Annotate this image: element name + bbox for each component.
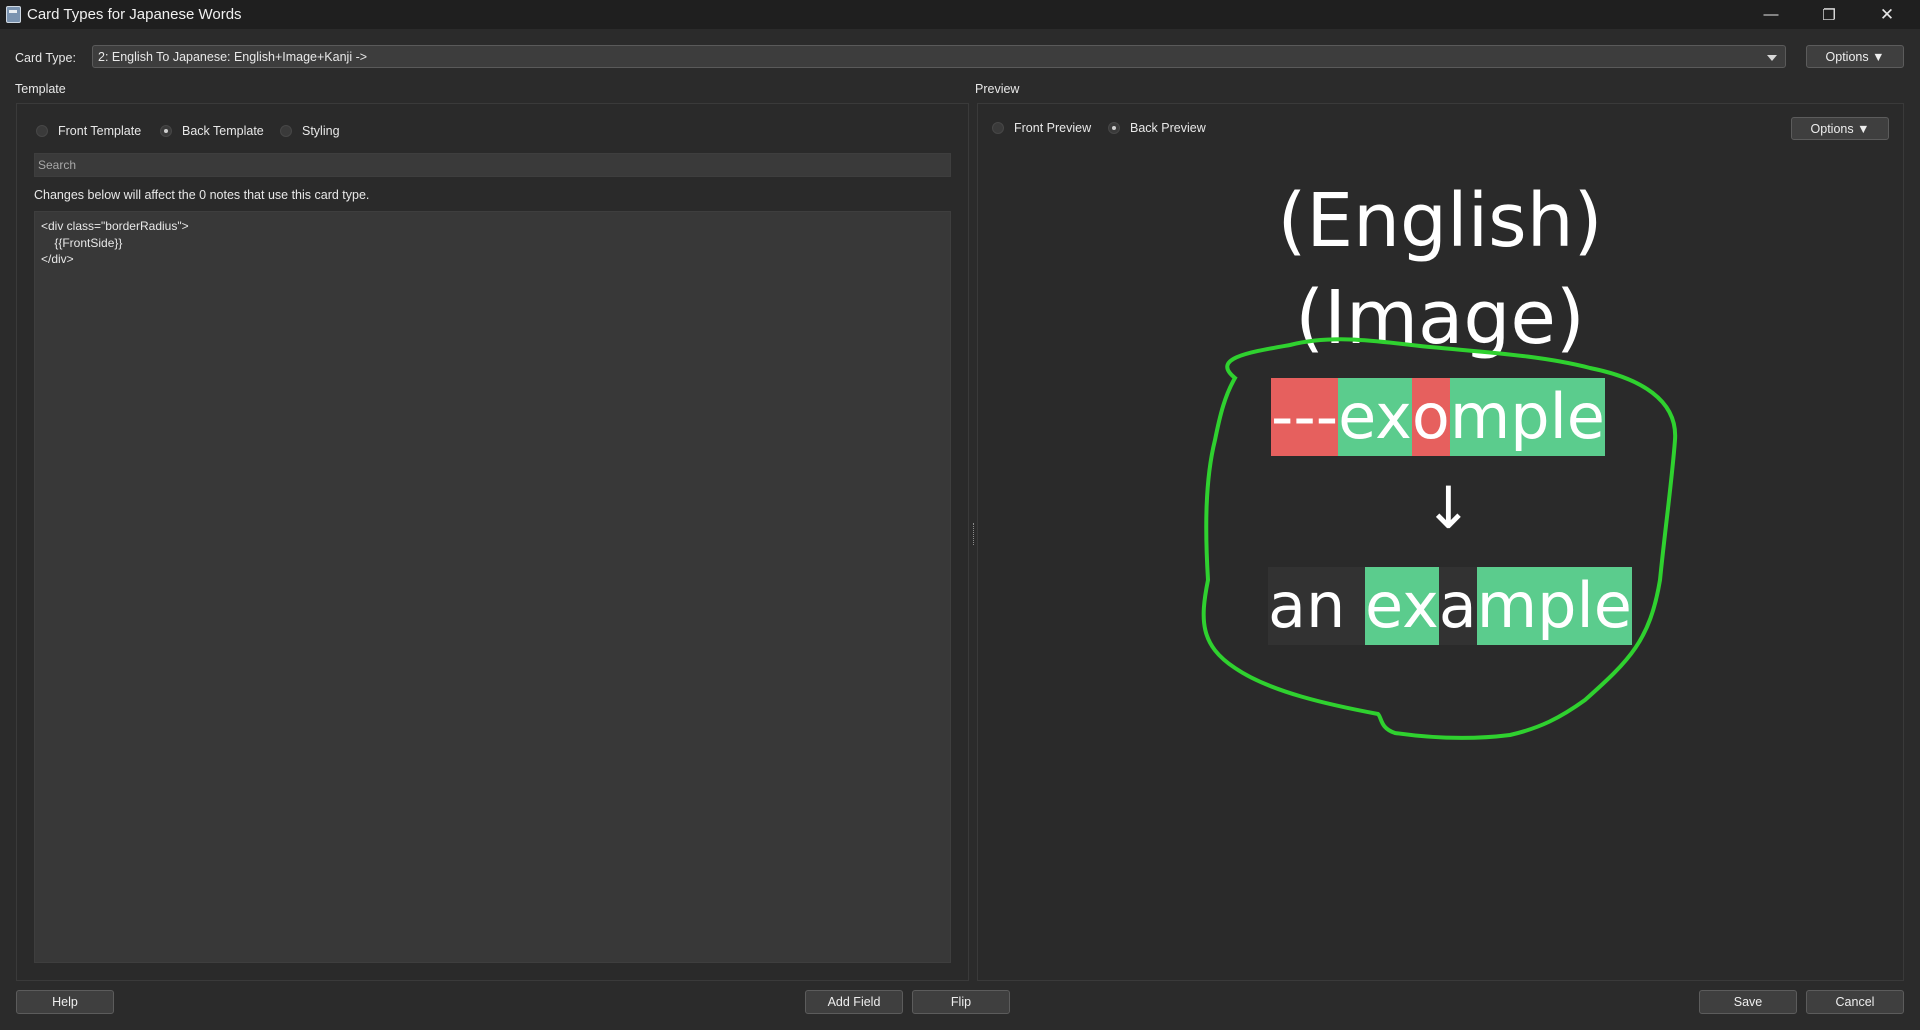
save-button[interactable]: Save (1699, 990, 1797, 1014)
annotation-circle (1201, 337, 1678, 740)
help-button[interactable]: Help (16, 990, 114, 1014)
flip-button[interactable]: Flip (912, 990, 1010, 1014)
cancel-button[interactable]: Cancel (1806, 990, 1904, 1014)
add-field-button[interactable]: Add Field (805, 990, 903, 1014)
